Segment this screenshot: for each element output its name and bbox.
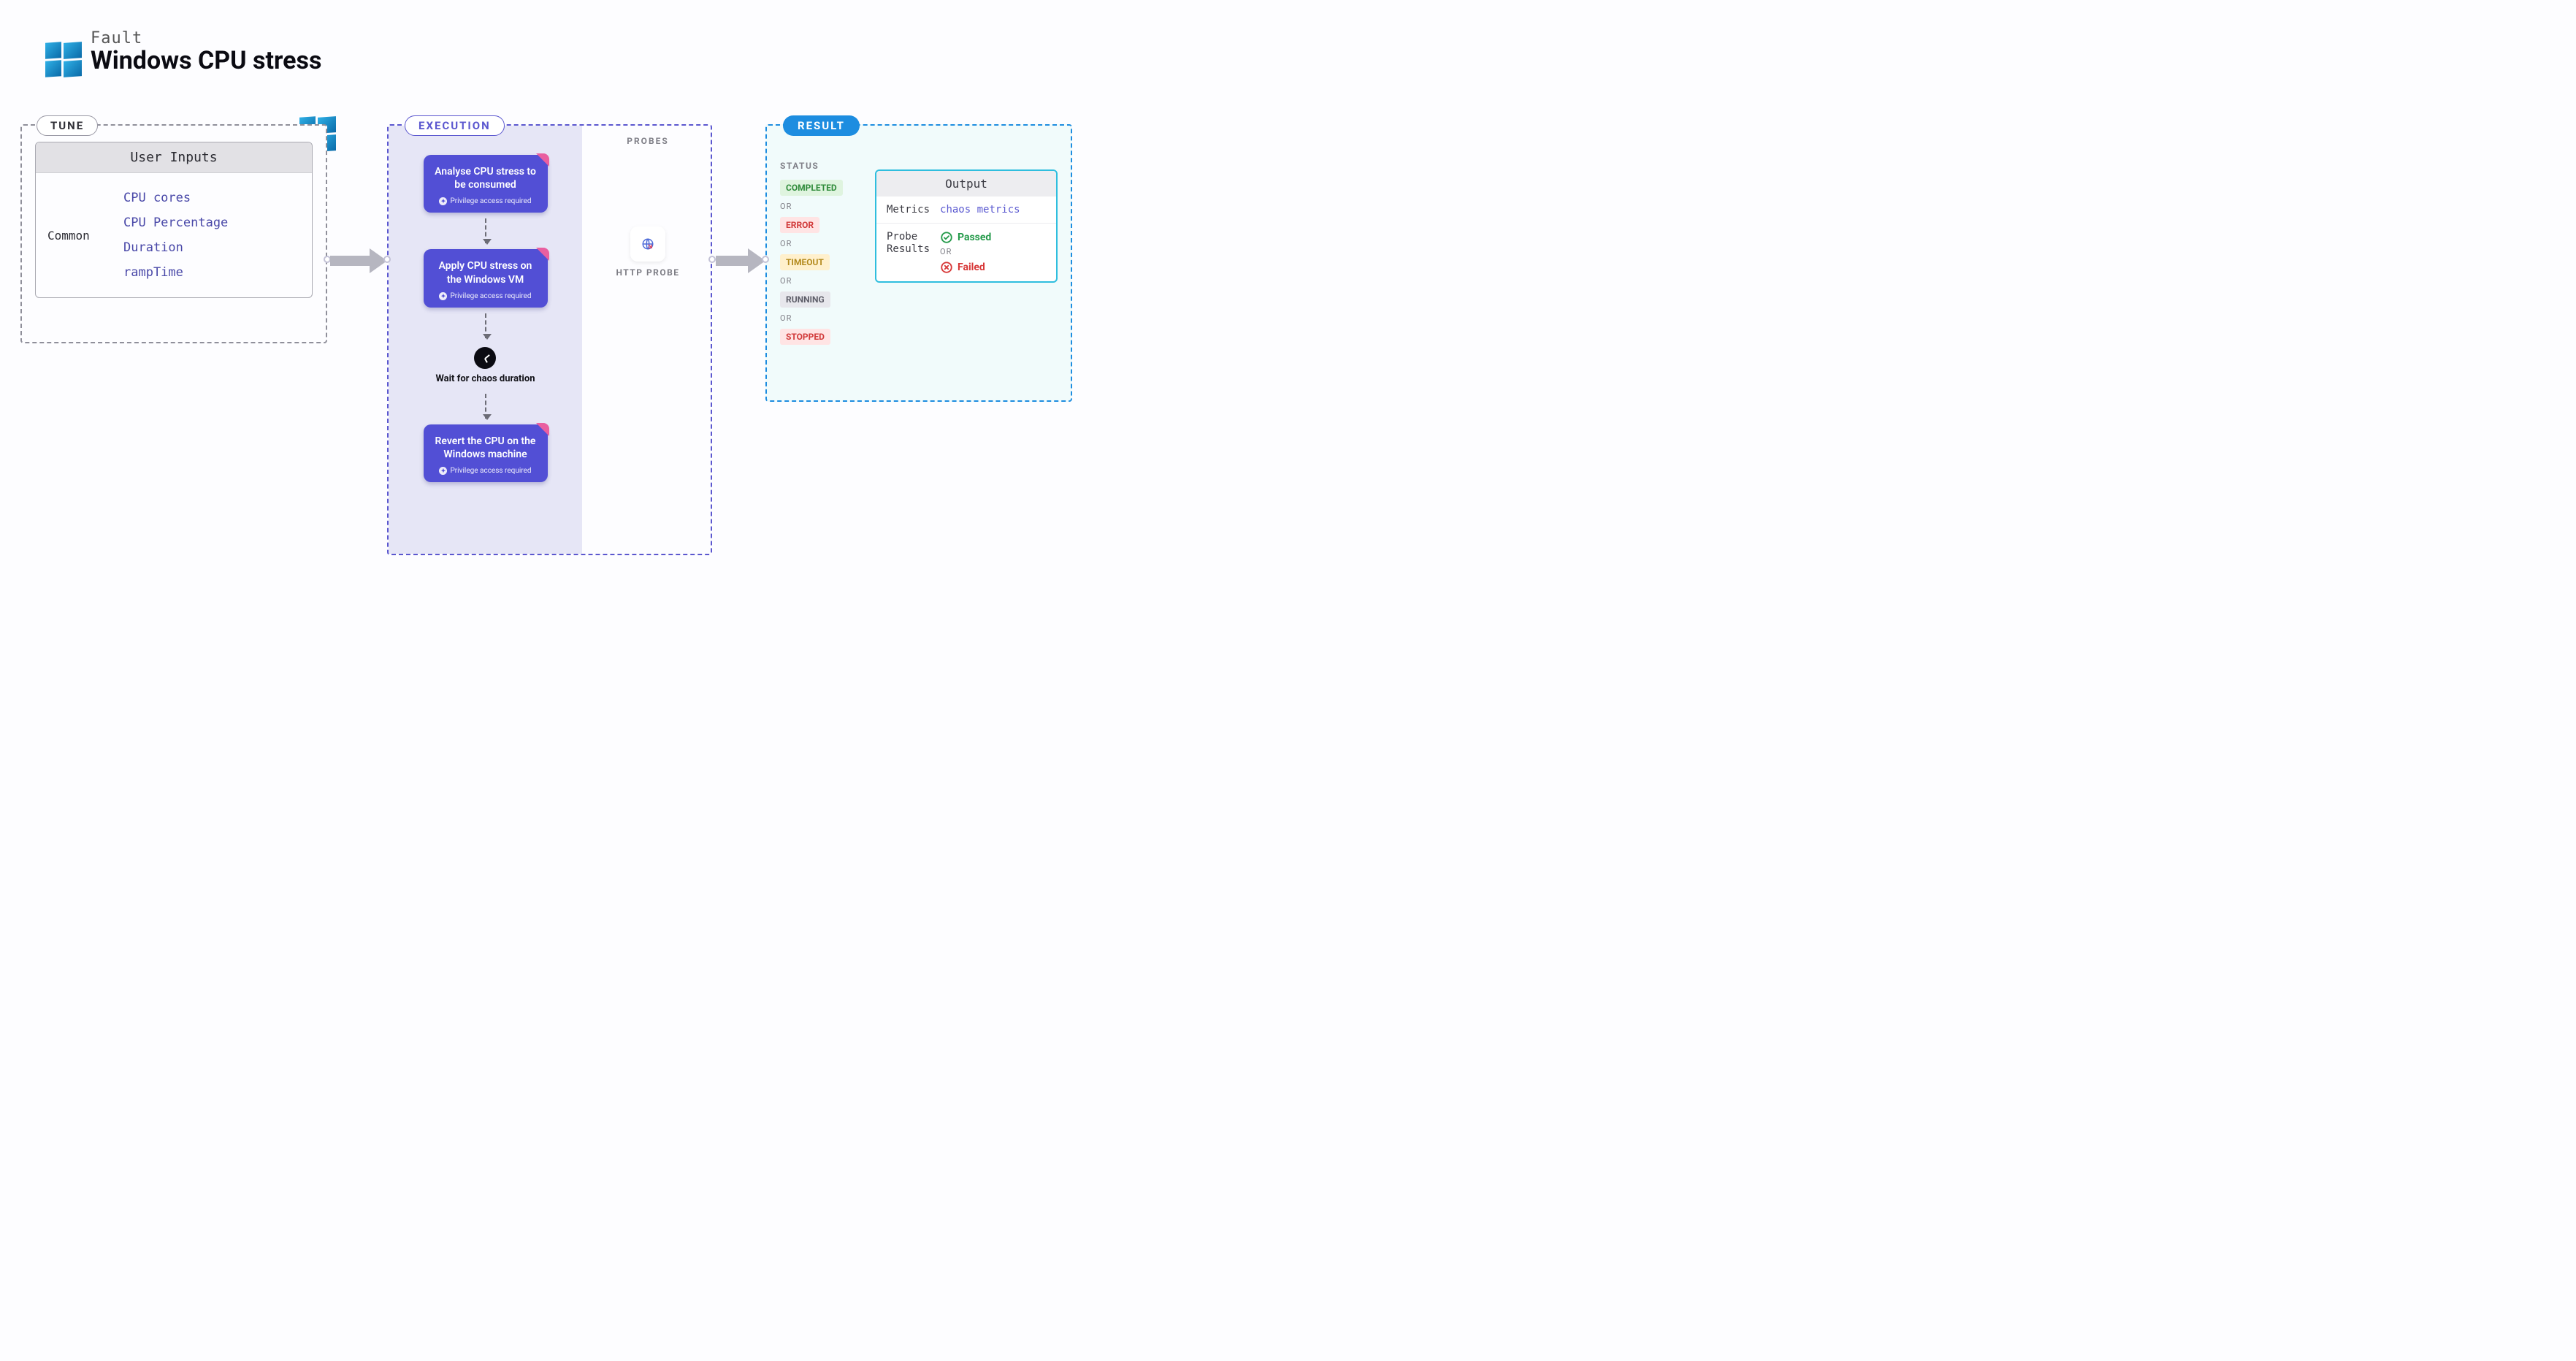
flow-connector-icon [485, 394, 486, 419]
or-separator: OR [780, 202, 868, 211]
wait-label: Wait for chaos duration [435, 373, 535, 385]
step-note: Privilege access required [450, 292, 531, 300]
probes-section: PROBES HTTP PROBE [582, 126, 714, 554]
input-field: CPU cores [123, 191, 312, 205]
tune-panel: TUNE User Inputs Common CPU cores CPU Pe… [20, 124, 327, 343]
flow-connector-icon [485, 218, 486, 243]
status-badge: ERROR [780, 217, 819, 233]
connector-node-icon [708, 256, 716, 263]
input-field: CPU Percentage [123, 216, 312, 230]
user-inputs-box: User Inputs Common CPU cores CPU Percent… [35, 142, 313, 298]
execution-step: Analyse CPU stress to be consumed ✦Privi… [424, 155, 548, 213]
page-title: Windows CPU stress [91, 46, 321, 75]
clock-icon [474, 347, 496, 369]
header-eyebrow: Fault [91, 29, 321, 47]
check-circle-icon [940, 231, 953, 244]
or-separator: OR [780, 276, 868, 286]
execution-panel: EXECUTION Analyse CPU stress to be consu… [387, 124, 712, 555]
input-field: Duration [123, 240, 312, 255]
execution-step: Revert the CPU on the Windows machine ✦P… [424, 424, 548, 482]
metrics-value: chaos metrics [940, 204, 1020, 216]
or-separator: OR [780, 239, 868, 248]
status-badge: TIMEOUT [780, 254, 830, 270]
step-title: Revert the CPU on the Windows machine [432, 435, 539, 461]
wait-step: Wait for chaos duration [435, 347, 535, 385]
status-column: STATUS COMPLETED OR ERROR OR TIMEOUT OR … [780, 161, 868, 346]
step-note: Privilege access required [450, 197, 531, 205]
page-header: Fault Windows CPU stress [45, 29, 321, 79]
result-pill: RESULT [783, 115, 860, 136]
status-label: STATUS [780, 161, 868, 171]
step-title: Analyse CPU stress to be consumed [432, 165, 539, 191]
input-field: rampTime [123, 265, 312, 280]
flow-arrow-icon [716, 256, 752, 266]
tune-pill: TUNE [37, 115, 98, 136]
x-circle-icon [940, 261, 953, 274]
windows-logo-icon [45, 42, 82, 79]
step-note: Privilege access required [450, 467, 531, 475]
output-box: Output Metrics chaos metrics Probe Resul… [875, 169, 1058, 283]
probe-name: HTTP PROBE [582, 267, 714, 278]
connector-node-icon [762, 256, 769, 263]
step-title: Apply CPU stress on the Windows VM [432, 259, 539, 286]
or-separator: OR [940, 247, 991, 256]
status-badge: STOPPED [780, 329, 830, 345]
execution-step: Apply CPU stress on the Windows VM ✦Priv… [424, 249, 548, 307]
probe-passed: Passed [940, 231, 991, 244]
privilege-icon: ✦ [439, 292, 447, 300]
status-badge: COMPLETED [780, 180, 843, 196]
http-probe-icon [630, 226, 665, 262]
user-inputs-title: User Inputs [36, 142, 312, 173]
metrics-label: Metrics [887, 204, 930, 216]
result-panel: RESULT STATUS COMPLETED OR ERROR OR TIME… [765, 124, 1072, 402]
output-title: Output [876, 171, 1056, 197]
input-group-label: Common [36, 173, 123, 297]
flow-connector-icon [485, 313, 486, 338]
privilege-icon: ✦ [439, 467, 447, 475]
privilege-icon: ✦ [439, 197, 447, 205]
status-badge: RUNNING [780, 291, 830, 308]
probe-results-label: Probe Results [887, 231, 930, 256]
input-field-list: CPU cores CPU Percentage Duration rampTi… [123, 173, 312, 297]
flow-arrow-icon [330, 256, 374, 266]
or-separator: OR [780, 313, 868, 323]
probe-failed: Failed [940, 261, 991, 274]
probes-label: PROBES [582, 136, 714, 146]
